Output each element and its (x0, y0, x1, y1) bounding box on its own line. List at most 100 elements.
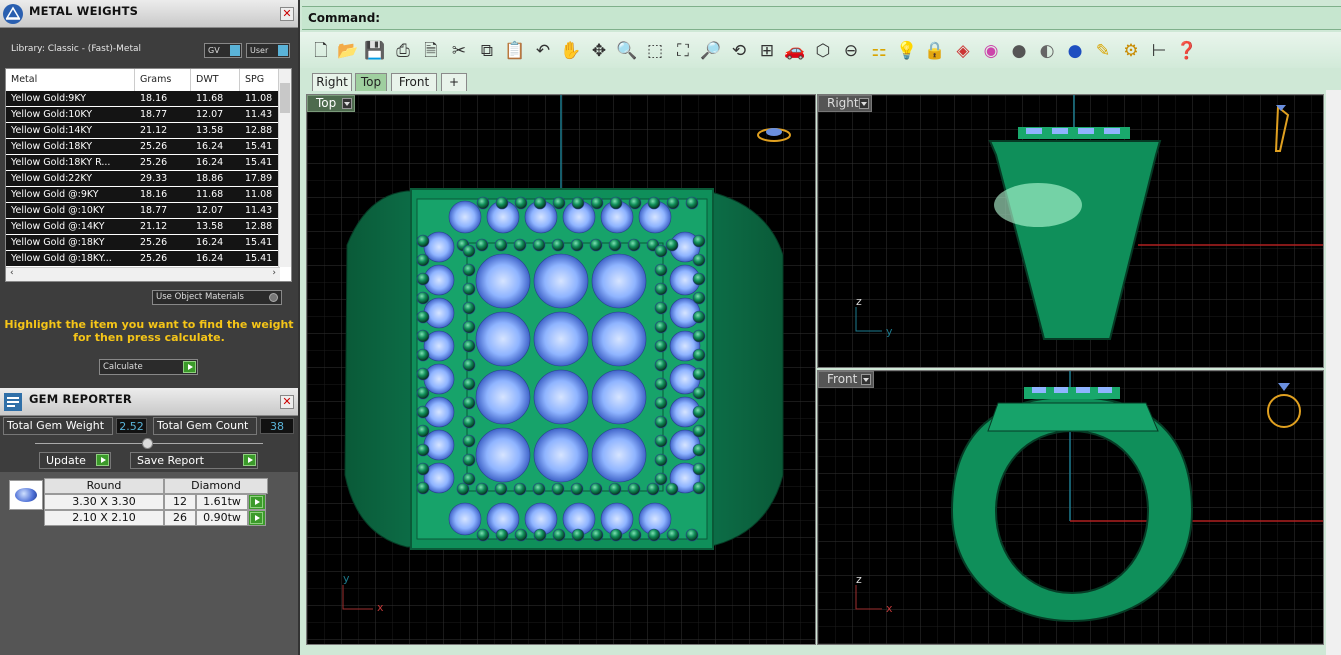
dimension-icon[interactable]: ⊢ (1148, 40, 1170, 62)
copy-icon[interactable]: ⧉ (476, 40, 498, 62)
table-row[interactable]: Yellow Gold:18KY R... 25.26 16.24 15.41 (6, 155, 280, 171)
table-row[interactable]: Yellow Gold @:10KY 18.77 12.07 11.43 (6, 203, 280, 219)
material-sphere-icon[interactable]: ● (1064, 40, 1086, 62)
paste-icon[interactable]: 📋 (504, 40, 526, 62)
bead (654, 434, 668, 448)
calculate-button[interactable]: Calculate (99, 359, 198, 375)
splitter-knob[interactable] (142, 438, 153, 449)
bead (654, 282, 668, 296)
four-viewports-icon[interactable]: ⊞ (756, 40, 778, 62)
bead (476, 196, 490, 210)
user-toggle[interactable]: User (246, 43, 290, 58)
save-icon[interactable]: 💾 (364, 40, 386, 62)
light-bulb-icon[interactable]: 💡 (896, 40, 918, 62)
bead (654, 320, 668, 334)
table-row[interactable]: Yellow Gold:22KY 29.33 18.86 17.89 (6, 171, 280, 187)
rotate-view-icon[interactable]: ✥ (588, 40, 610, 62)
table-cell: 11.08 (245, 189, 273, 200)
layers-icon[interactable]: ◈ (952, 40, 974, 62)
table-row[interactable]: Yellow Gold:10KY 18.77 12.07 11.43 (6, 107, 280, 123)
zoom-selected-icon[interactable]: 🔎 (700, 40, 722, 62)
viewport-tabs: Right Top Front + (300, 68, 1341, 94)
column-header-metal[interactable]: Metal (6, 69, 135, 91)
properties-icon[interactable]: 🗎 (420, 40, 442, 62)
lock-icon[interactable]: 🔒 (924, 40, 946, 62)
table-row[interactable]: Yellow Gold @:14KY 21.12 13.58 12.88 (6, 219, 280, 235)
table-cell: Yellow Gold @:18KY... (11, 253, 112, 264)
column-header-spg[interactable]: SPG (240, 69, 280, 91)
bead (608, 238, 622, 252)
gear-icon[interactable]: ⚙ (1120, 40, 1142, 62)
gem-size[interactable]: 3.30 X 3.30 (44, 494, 164, 510)
bead (654, 244, 668, 258)
gem-select-button[interactable] (248, 510, 266, 526)
round-gem-icon[interactable] (9, 480, 43, 510)
circle-tool-icon[interactable]: ⊖ (840, 40, 862, 62)
chevron-down-icon[interactable] (859, 98, 869, 109)
command-line[interactable]: Command: (302, 6, 1341, 30)
chevron-down-icon[interactable] (861, 374, 871, 385)
table-row[interactable]: Yellow Gold:9KY 18.16 11.68 11.08 (6, 91, 280, 107)
undo-view-icon[interactable]: ⟲ (728, 40, 750, 62)
bead (416, 310, 430, 324)
undo-icon[interactable]: ↶ (532, 40, 554, 62)
viewport-right[interactable]: z y Right (817, 94, 1324, 368)
viewport-label-top[interactable]: Top (307, 95, 355, 112)
zoom-icon[interactable]: 🔍 (616, 40, 638, 62)
scroll-left-icon[interactable]: ‹ (10, 268, 14, 278)
color-wheel-icon[interactable]: ◉ (980, 40, 1002, 62)
table-row[interactable]: Yellow Gold:14KY 21.12 13.58 12.88 (6, 123, 280, 139)
bead (570, 482, 584, 496)
tab-add[interactable]: + (441, 73, 467, 91)
wireframe-icon[interactable]: ⬡ (812, 40, 834, 62)
halo-stone (423, 363, 455, 395)
right-toolbar-strip[interactable] (1326, 90, 1341, 655)
close-icon[interactable]: ✕ (280, 395, 294, 409)
close-icon[interactable]: ✕ (280, 7, 294, 21)
pan-hand-icon[interactable]: ✋ (560, 40, 582, 62)
print-icon[interactable]: ⎙ (392, 40, 414, 62)
scroll-right-icon[interactable]: › (272, 268, 276, 278)
bead (654, 377, 668, 391)
table-row[interactable]: Yellow Gold @:18KY 25.26 16.24 15.41 (6, 235, 280, 251)
tab-top[interactable]: Top (355, 73, 387, 91)
zoom-window-icon[interactable]: ⬚ (644, 40, 666, 62)
horizontal-scrollbar[interactable]: ‹ › (6, 267, 280, 281)
zoom-extents-icon[interactable]: ⛶ (672, 40, 694, 62)
tab-right[interactable]: Right (312, 73, 352, 91)
tab-front[interactable]: Front (391, 73, 437, 91)
shaded-sphere-icon[interactable]: ● (1008, 40, 1030, 62)
new-file-icon[interactable]: 🗋 (310, 40, 332, 62)
table-row[interactable]: Yellow Gold @:9KY 18.16 11.68 11.08 (6, 187, 280, 203)
table-row[interactable]: Yellow Gold:18KY 25.26 16.24 15.41 (6, 139, 280, 155)
vertical-scrollbar[interactable] (278, 69, 291, 267)
viewport-label-right[interactable]: Right (818, 95, 872, 112)
render-car-icon[interactable]: 🚗 (784, 40, 806, 62)
viewport-label-front[interactable]: Front (818, 371, 874, 388)
gem-size[interactable]: 2.10 X 2.10 (44, 510, 164, 526)
bead (513, 482, 527, 496)
column-header-grams[interactable]: Grams (135, 69, 191, 91)
gem-select-button[interactable] (248, 494, 266, 510)
bead (552, 528, 566, 542)
splitter[interactable] (35, 438, 263, 449)
save-report-button[interactable]: Save Report (130, 452, 258, 469)
snap-icon[interactable]: ⚏ (868, 40, 890, 62)
scroll-thumb[interactable] (280, 83, 290, 113)
use-object-materials-toggle[interactable]: Use Object Materials (152, 290, 282, 305)
highlight-icon[interactable]: ✎ (1092, 40, 1114, 62)
gv-toggle[interactable]: GV (204, 43, 242, 58)
update-button[interactable]: Update (39, 452, 111, 469)
viewport-top[interactable]: y x Top (306, 94, 816, 645)
open-folder-icon[interactable]: 📂 (337, 40, 359, 62)
viewport-front[interactable]: z x Front (817, 370, 1324, 645)
chevron-down-icon[interactable] (342, 98, 352, 109)
column-header-dwt[interactable]: DWT (191, 69, 240, 91)
right-view-canvas: z y (818, 95, 1323, 367)
bead (627, 482, 641, 496)
table-row[interactable]: Yellow Gold @:18KY... 25.26 16.24 15.41 (6, 251, 280, 267)
bead (416, 481, 430, 495)
cut-icon[interactable]: ✂ (448, 40, 470, 62)
help-icon[interactable]: ❓ (1176, 40, 1198, 62)
rendered-sphere-icon[interactable]: ◐ (1036, 40, 1058, 62)
